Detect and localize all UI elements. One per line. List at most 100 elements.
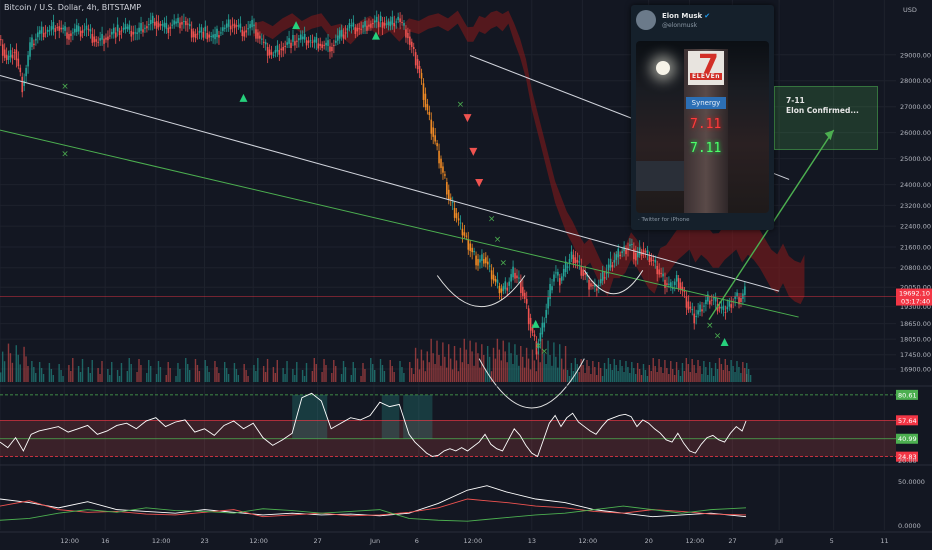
volume-bar (391, 366, 393, 382)
candle-body (463, 232, 466, 236)
volume-bar (216, 367, 218, 382)
volume-bar (87, 367, 90, 382)
volume-bar (27, 366, 29, 382)
candle-body (710, 299, 713, 301)
volume-bar (714, 363, 717, 382)
volume-bar (111, 362, 113, 382)
candle-body (385, 23, 388, 25)
volume-bar (498, 349, 501, 382)
candle-body (481, 254, 483, 261)
volume-bar (449, 358, 452, 382)
volume-bar (420, 349, 423, 382)
volume-bar (198, 371, 201, 382)
volume-bar (204, 360, 206, 382)
volume-bar (525, 347, 528, 382)
candle-body (356, 27, 359, 32)
candle-body (508, 281, 510, 286)
volume-bar (675, 362, 678, 382)
volume-bar (426, 351, 428, 382)
candle-body (278, 50, 281, 55)
candle-body (241, 29, 244, 37)
volume-bar (463, 338, 465, 382)
volume-bar (340, 374, 343, 382)
candle-body (701, 309, 703, 312)
trading-chart[interactable]: ××××××××××29000.0028000.0027000.0026000.… (0, 0, 932, 550)
candle-body (699, 304, 701, 312)
candle-body (272, 54, 275, 56)
candle-body (420, 72, 423, 79)
volume-bar (399, 361, 401, 382)
candle-body (459, 222, 462, 224)
candle-body (446, 182, 448, 195)
volume-bar (146, 373, 148, 382)
signal-x-icon: × (61, 149, 69, 159)
candle-body (438, 150, 440, 164)
volume-bar (116, 370, 119, 382)
volume-bar (703, 361, 705, 382)
candle-body (709, 300, 711, 305)
volume-bar (707, 375, 709, 382)
candle-body (494, 278, 497, 282)
candle-body (259, 35, 261, 39)
volume-bar (227, 374, 230, 382)
volume-bar (428, 362, 430, 382)
candle-body (163, 22, 166, 28)
volume-bar (188, 370, 191, 382)
volume-bar (712, 376, 715, 382)
volume-bar (206, 366, 208, 382)
candle-body (333, 44, 335, 46)
price-axis-label: 16900.00 (900, 366, 931, 374)
candle-body (533, 334, 536, 337)
candle-body (1, 44, 4, 56)
candle-body (270, 52, 273, 55)
price-axis-label: 23200.00 (900, 202, 931, 210)
candle-body (286, 42, 288, 45)
volume-bar (687, 364, 689, 382)
candle-body (370, 23, 372, 28)
volume-bar (245, 370, 247, 382)
candle-body (656, 265, 659, 275)
rsi-level-label: 57.64 (898, 417, 917, 425)
candle-body (311, 41, 314, 43)
volume-bar (118, 376, 121, 382)
volume-bar (403, 373, 405, 382)
candle-body (644, 251, 647, 253)
candle-body (730, 304, 733, 308)
candle-body (112, 27, 115, 34)
volume-bar (237, 375, 240, 382)
rsi-level-label: 40.99 (898, 435, 917, 443)
candle-body (85, 25, 88, 30)
volume-bar (666, 368, 668, 382)
verified-icon: ✔ (704, 12, 711, 20)
volume-bar (670, 361, 672, 382)
volume-bar (746, 363, 748, 382)
candle-body (543, 322, 546, 328)
candle-body (299, 34, 302, 40)
candle-body (171, 24, 174, 26)
candle-body (469, 243, 472, 251)
volume-bar (418, 369, 421, 382)
candle-body (317, 43, 320, 49)
time-axis-label: Jun (369, 537, 380, 545)
volume-bar (689, 372, 691, 382)
volume-bar (633, 368, 635, 382)
candle-body (375, 16, 378, 23)
candle-body (744, 286, 746, 295)
candle-body (245, 30, 248, 33)
annotation-box[interactable]: 7-11 Elon Confirmed... (774, 86, 878, 150)
candle-body (266, 46, 269, 56)
time-axis-label: 16 (101, 537, 109, 545)
volume-bar (214, 361, 216, 382)
candle-body (179, 22, 181, 29)
volume-bar (738, 367, 740, 382)
candle-body (477, 259, 479, 266)
candle-body (418, 66, 421, 73)
volume-bar (175, 376, 177, 382)
symbol-title[interactable]: Bitcoin / U.S. Dollar, 4h, BITSTAMP (4, 3, 141, 12)
volume-bar (504, 351, 506, 382)
candle-body (105, 37, 107, 40)
candle-body (93, 36, 96, 43)
time-axis-label: 6 (415, 537, 419, 545)
candle-body (407, 32, 409, 39)
candle-body (79, 30, 82, 37)
